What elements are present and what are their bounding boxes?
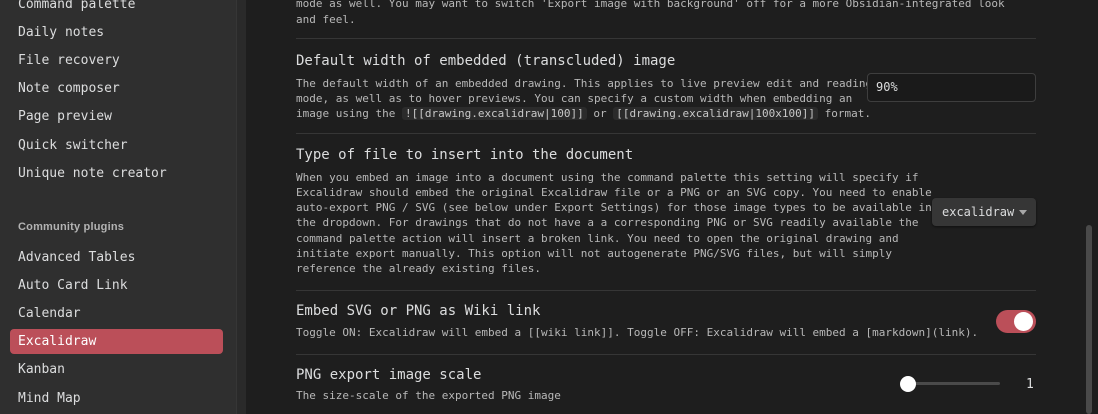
- sidebar-item-command-palette[interactable]: Command palette: [10, 0, 223, 17]
- setting-divider: [296, 133, 1036, 134]
- sidebar-item-note-composer[interactable]: Note composer: [10, 76, 223, 101]
- setting-description-line: auto-export PNG / SVG (see below under E…: [296, 201, 932, 214]
- settings-window: Command palette Daily notes File recover…: [0, 0, 1098, 414]
- inline-code: [[drawing.excalidraw|100x100]]: [613, 107, 818, 120]
- setting-name-file-type: Type of file to insert into the document: [296, 147, 634, 163]
- description-text: image using the: [296, 107, 402, 120]
- sidebar-item-auto-card-link[interactable]: Auto Card Link: [10, 273, 223, 298]
- png-scale-slider-thumb[interactable]: [900, 376, 916, 392]
- setting-divider: [296, 290, 1036, 291]
- setting-description-line: Toggle ON: Excalidraw will embed a [[wik…: [296, 326, 979, 339]
- sidebar-item-excalidraw[interactable]: Excalidraw: [10, 329, 223, 354]
- setting-description-line: The size-scale of the exported PNG image: [296, 389, 561, 402]
- setting-divider: [296, 354, 1036, 355]
- sidebar-item-file-recovery[interactable]: File recovery: [10, 48, 223, 73]
- png-scale-slider-track[interactable]: [904, 382, 1000, 385]
- setting-description-line: When you embed an image into a document …: [296, 171, 919, 184]
- file-type-dropdown[interactable]: excalidraw: [932, 198, 1036, 226]
- content-scrollbar[interactable]: [1086, 225, 1092, 414]
- sidebar-item-unique-note-creator[interactable]: Unique note creator: [10, 161, 223, 186]
- inline-code: ![[drawing.excalidraw|100]]: [401, 107, 587, 120]
- setting-name-png-scale: PNG export image scale: [296, 367, 482, 383]
- setting-description-line: reference the already existing files.: [296, 262, 542, 275]
- setting-description-line: Excalidraw should embed the original Exc…: [296, 186, 932, 199]
- sidebar-scrollbar[interactable]: [237, 0, 246, 414]
- setting-description-line: command palette action will insert a bro…: [296, 232, 899, 245]
- sidebar-item-quick-switcher[interactable]: Quick switcher: [10, 133, 223, 158]
- setting-description-line: initiate export manually. This option wi…: [296, 247, 893, 260]
- description-text: format.: [817, 107, 871, 120]
- dropdown-selected-value: excalidraw: [942, 205, 1015, 219]
- toggle-knob: [1014, 312, 1033, 331]
- sidebar-item-kanban[interactable]: Kanban: [10, 357, 223, 382]
- embed-width-input[interactable]: 90%: [867, 73, 1036, 102]
- chevron-down-icon: [1019, 210, 1027, 215]
- setting-description-line: The default width of an embedded drawing…: [296, 77, 873, 90]
- sidebar-item-advanced-tables[interactable]: Advanced Tables: [10, 245, 223, 270]
- sidebar-item-daily-notes[interactable]: Daily notes: [10, 20, 223, 45]
- setting-description-line: mode, as well as to hover previews. You …: [296, 92, 853, 105]
- description-text: or: [586, 107, 614, 120]
- intro-description-line: mode as well. You may want to switch 'Ex…: [296, 0, 1005, 10]
- setting-name-embed-width: Default width of embedded (transcluded) …: [296, 53, 676, 69]
- sidebar-item-mind-map[interactable]: Mind Map: [10, 386, 223, 411]
- sidebar-item-page-preview[interactable]: Page preview: [10, 104, 223, 129]
- community-plugins-heading: Community plugins: [18, 221, 125, 233]
- setting-name-wiki-link: Embed SVG or PNG as Wiki link: [296, 303, 541, 319]
- sidebar-item-calendar[interactable]: Calendar: [10, 301, 223, 326]
- png-scale-value: 1: [1026, 377, 1034, 392]
- setting-description-line: the dropdown. For drawings that do not h…: [296, 216, 919, 229]
- intro-description-line: and feel.: [296, 13, 356, 26]
- setting-description-line: image using the ![[drawing.excalidraw|10…: [296, 107, 871, 120]
- setting-divider: [296, 38, 1036, 39]
- wiki-link-toggle[interactable]: [996, 310, 1036, 333]
- settings-sidebar: Command palette Daily notes File recover…: [0, 0, 237, 414]
